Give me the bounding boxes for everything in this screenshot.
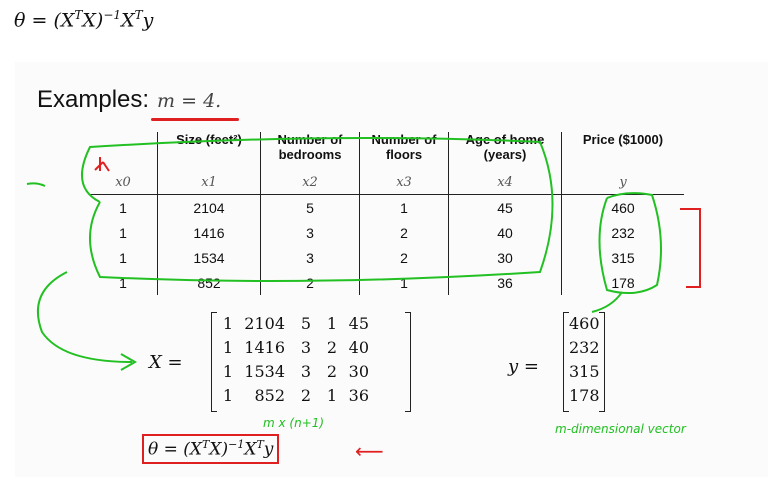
- vector-entry: 315: [569, 362, 600, 381]
- vector-entry: 232: [569, 338, 600, 357]
- dimension-annotation: m x (n+1): [263, 416, 325, 430]
- red-bracket: [680, 208, 701, 288]
- handwritten-annotations: [26, 137, 701, 371]
- red-left-arrow-icon: ⟵: [355, 439, 384, 463]
- theta-formula-boxed: θ = (XTX)−1XTy: [142, 434, 280, 464]
- red-down-arrow: [94, 157, 110, 172]
- green-circle-price: [598, 192, 662, 295]
- design-matrix-x: 1 2104 5 1 45 1 1416 3 2 40 1 1534 3 2 30 1 852 2 1 36: [211, 312, 411, 412]
- x-equals-label: X =: [149, 352, 183, 373]
- target-vector-y: 460 232 315 178: [563, 312, 605, 412]
- green-circle-features: [81, 137, 554, 282]
- vector-entry: 460: [569, 314, 600, 333]
- normal-equation-formula: θ = (XTX)−1XTy: [14, 8, 154, 32]
- vector-annotation: m-dimensional vector: [555, 422, 686, 436]
- matrix-row: 1 1534 3 2 30: [222, 362, 369, 381]
- matrix-row: 1 852 2 1 36: [222, 386, 369, 405]
- lecture-slide-image: Examples: m = 4. Size (feet²) Number of b…: [15, 62, 768, 477]
- green-arrow-to-x: [37, 271, 133, 363]
- matrix-row: 1 2104 5 1 45: [222, 314, 369, 333]
- y-equals-label: y =: [508, 356, 539, 377]
- matrix-row: 1 1416 3 2 40: [222, 338, 369, 357]
- vector-entry: 178: [569, 386, 600, 405]
